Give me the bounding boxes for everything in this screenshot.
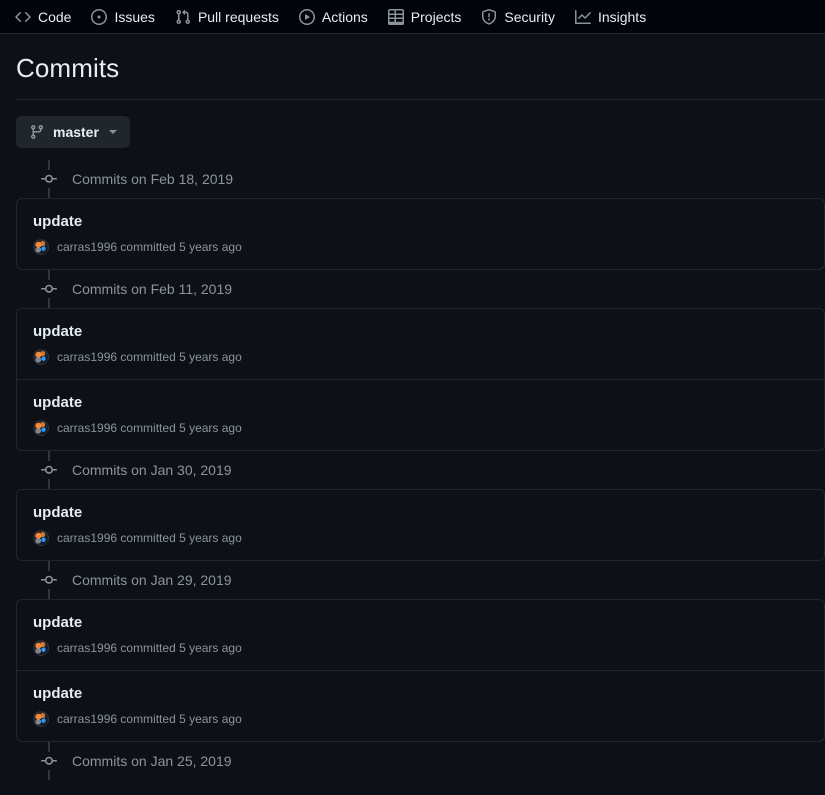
nav-item-code[interactable]: Code (6, 4, 80, 30)
commit-author-line: carras1996 committed 5 years ago (57, 639, 242, 657)
commit-author-name[interactable]: carras1996 (57, 421, 117, 435)
chevron-down-icon (108, 129, 117, 134)
commit-group-header: Commits on Jan 30, 2019 (16, 451, 825, 489)
avatar (33, 419, 49, 436)
avatar (33, 348, 49, 365)
commit-group-date: Commits on Jan 25, 2019 (72, 752, 232, 769)
branch-selector-button[interactable]: master (16, 115, 130, 148)
commit-time: committed 5 years ago (120, 239, 242, 254)
commit-author-line: carras1996 committed 5 years ago (57, 710, 242, 728)
nav-item-label: Security (504, 8, 555, 25)
table-icon (387, 8, 404, 25)
commit-row[interactable]: update carras1996 committed 5 years ago (17, 490, 824, 560)
commit-author-line: carras1996 committed 5 years ago (57, 348, 242, 366)
git-commit-icon (40, 279, 58, 298)
graph-icon (574, 9, 591, 25)
commit-time: committed 5 years ago (120, 640, 242, 655)
nav-item-label: Actions (321, 8, 368, 25)
commit-author-name[interactable]: carras1996 (57, 240, 117, 254)
commit-meta: carras1996 committed 5 years ago (33, 348, 808, 366)
git-commit-icon (40, 169, 58, 188)
commit-row[interactable]: update carras1996 committed 5 years ago (17, 309, 824, 379)
commit-meta: carras1996 committed 5 years ago (33, 710, 808, 728)
nav-item-label: Pull requests (197, 8, 279, 25)
commit-group-header: Commits on Feb 11, 2019 (16, 270, 825, 308)
commit-message-link[interactable]: update (33, 392, 82, 413)
commit-group-date: Commits on Jan 30, 2019 (72, 461, 232, 478)
commit-group-header: Commits on Feb 18, 2019 (16, 160, 825, 198)
commit-time: committed 5 years ago (120, 530, 242, 545)
commit-group-header: Commits on Jan 29, 2019 (16, 561, 825, 599)
avatar (33, 639, 49, 656)
nav-item-label: Code (38, 8, 72, 25)
commit-meta: carras1996 committed 5 years ago (33, 639, 808, 657)
commit-author-name[interactable]: carras1996 (57, 531, 117, 545)
commit-card: update carras1996 committed 5 years ago … (16, 598, 825, 742)
commit-author-line: carras1996 committed 5 years ago (57, 238, 242, 256)
commit-author-name[interactable]: carras1996 (57, 712, 117, 726)
repo-nav: Code Issues Pull requests Actions Projec… (0, 0, 825, 34)
avatar (33, 529, 49, 546)
commit-message-link[interactable]: update (33, 502, 82, 523)
git-pull-request-icon (175, 9, 191, 25)
page-title: Commits (16, 53, 120, 83)
commit-message-link[interactable]: update (33, 211, 82, 232)
commit-author-name[interactable]: carras1996 (57, 641, 117, 655)
nav-item-label: Issues (114, 8, 155, 25)
shield-icon (481, 8, 497, 25)
commit-time: committed 5 years ago (120, 711, 242, 726)
git-branch-icon (29, 124, 45, 140)
nav-item-label: Projects (410, 8, 462, 25)
commits-page: Commits master Commits on Feb 18, 2019 u… (0, 34, 825, 780)
commit-message-link[interactable]: update (33, 683, 82, 704)
git-commit-icon (40, 460, 58, 479)
commit-meta: carras1996 committed 5 years ago (33, 419, 808, 437)
commit-group-date: Commits on Feb 18, 2019 (72, 170, 234, 187)
commit-message-link[interactable]: update (33, 321, 82, 342)
nav-item-actions[interactable]: Actions (290, 4, 377, 30)
commit-meta: carras1996 committed 5 years ago (33, 238, 808, 256)
nav-item-insights[interactable]: Insights (566, 4, 655, 30)
commit-time: committed 5 years ago (120, 420, 242, 435)
commit-time: committed 5 years ago (120, 349, 242, 364)
avatar (33, 710, 49, 727)
commit-author-line: carras1996 committed 5 years ago (57, 419, 242, 437)
play-icon (298, 8, 315, 25)
commit-row[interactable]: update carras1996 committed 5 years ago (17, 669, 824, 741)
branch-selector-label: master (53, 123, 99, 140)
code-icon (15, 9, 31, 25)
branch-row: master (16, 100, 809, 160)
commit-row[interactable]: update carras1996 committed 5 years ago (17, 600, 824, 670)
nav-item-label: Insights (597, 8, 647, 25)
commits-timeline: Commits on Feb 18, 2019 update carras199… (16, 159, 825, 780)
commit-card: update carras1996 committed 5 years ago (16, 488, 825, 561)
commit-meta: carras1996 committed 5 years ago (33, 529, 808, 547)
commit-card: update carras1996 committed 5 years ago … (16, 307, 825, 451)
commit-group-date: Commits on Jan 29, 2019 (72, 571, 232, 588)
commit-group-date: Commits on Feb 11, 2019 (72, 280, 233, 297)
commit-card: update carras1996 committed 5 years ago (16, 197, 825, 270)
commit-group-header: Commits on Jan 25, 2019 (16, 742, 825, 780)
nav-item-security[interactable]: Security (472, 4, 564, 30)
commit-row[interactable]: update carras1996 committed 5 years ago (17, 378, 824, 450)
nav-item-pull-requests[interactable]: Pull requests (166, 4, 288, 30)
commit-row[interactable]: update carras1996 committed 5 years ago (17, 199, 824, 269)
commit-author-name[interactable]: carras1996 (57, 350, 117, 364)
nav-item-projects[interactable]: Projects (379, 4, 471, 30)
avatar (33, 238, 49, 255)
nav-item-issues[interactable]: Issues (82, 4, 163, 30)
commit-message-link[interactable]: update (33, 612, 82, 633)
issue-opened-icon (91, 8, 108, 25)
git-commit-icon (40, 751, 58, 770)
commit-author-line: carras1996 committed 5 years ago (57, 529, 242, 547)
git-commit-icon (40, 570, 58, 589)
